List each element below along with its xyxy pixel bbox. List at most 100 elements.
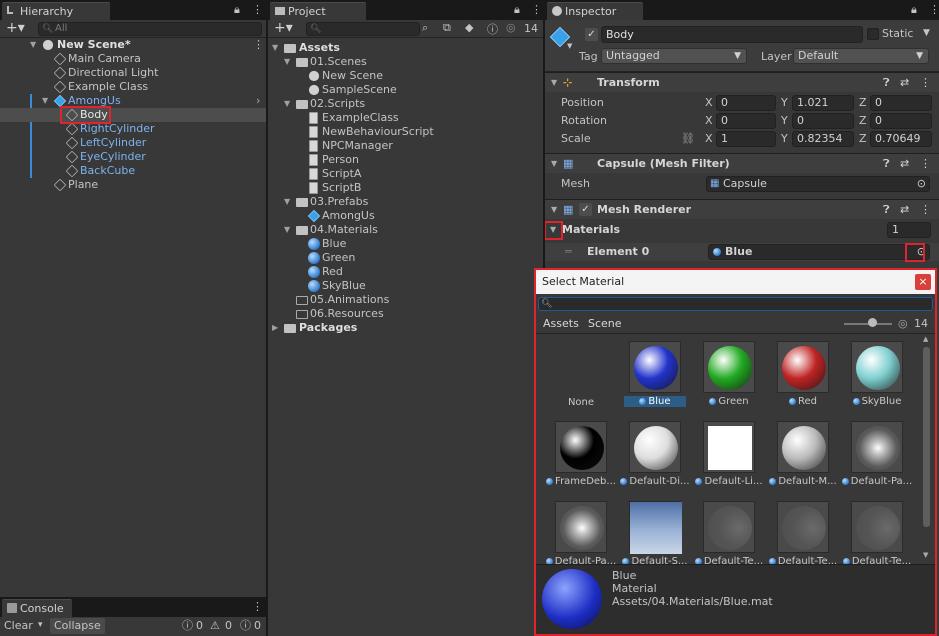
- expand-arrow-icon[interactable]: ▼: [272, 41, 278, 55]
- material-item[interactable]: FrameDeb...: [544, 421, 618, 495]
- material-item[interactable]: Red: [766, 341, 840, 415]
- axis-z-label[interactable]: Z: [859, 130, 867, 148]
- preset-icon[interactable]: ⇄: [900, 200, 909, 220]
- log-icon[interactable]: ⓘ: [182, 617, 193, 634]
- axis-x-label[interactable]: X: [705, 112, 713, 130]
- scroll-down-icon[interactable]: ▼: [923, 551, 928, 559]
- object-picker-icon[interactable]: ⊙: [917, 177, 926, 191]
- tab-scene[interactable]: Scene: [588, 317, 622, 330]
- search-by-scene-icon[interactable]: ⌕: [422, 21, 428, 35]
- project-item[interactable]: 05.Animations: [268, 293, 543, 307]
- help-icon[interactable]: ❓︎: [883, 154, 890, 174]
- material-item[interactable]: Default-M...: [766, 421, 840, 495]
- clear-dropdown-icon[interactable]: ▾: [38, 617, 43, 634]
- static-dropdown-icon[interactable]: ▼: [923, 28, 930, 38]
- material-item[interactable]: SkyBlue: [840, 341, 914, 415]
- project-item[interactable]: SampleScene: [268, 83, 543, 97]
- material-item[interactable]: Default-Te...: [840, 501, 914, 564]
- hierarchy-item-prefab[interactable]: ▼ AmongUs ›: [0, 94, 266, 178]
- component-menu-icon[interactable]: ⋮: [920, 200, 931, 220]
- static-checkbox[interactable]: [867, 28, 879, 40]
- hierarchy-item[interactable]: Plane: [0, 178, 266, 192]
- project-item[interactable]: Green: [268, 251, 543, 265]
- clear-button[interactable]: Clear: [4, 617, 33, 634]
- lock-icon[interactable]: 🔒︎: [514, 3, 520, 17]
- project-item[interactable]: 06.Resources: [268, 307, 543, 321]
- tab-assets[interactable]: Assets: [543, 317, 579, 330]
- hierarchy-item[interactable]: LeftCylinder: [0, 136, 266, 150]
- active-checkbox[interactable]: ✓: [585, 28, 598, 41]
- project-item[interactable]: ▼ 01.Scenes: [268, 55, 543, 69]
- expand-arrow-icon[interactable]: ▼: [30, 38, 36, 52]
- tab-project[interactable]: Project: [270, 2, 366, 20]
- preset-icon[interactable]: ⇄: [900, 154, 909, 174]
- hierarchy-item[interactable]: BackCube: [0, 164, 266, 178]
- help-icon[interactable]: ❓︎: [883, 200, 890, 220]
- project-item[interactable]: Red: [268, 265, 543, 279]
- mesh-renderer-header[interactable]: ▼ ▦ ✓ Mesh Renderer ❓︎ ⇄ ⋮: [545, 199, 939, 219]
- scroll-thumb[interactable]: [923, 347, 930, 527]
- expand-arrow-icon[interactable]: ▼: [284, 195, 290, 209]
- expand-arrow-icon[interactable]: ▼: [284, 97, 290, 111]
- close-button[interactable]: ×: [915, 274, 931, 290]
- mesh-filter-header[interactable]: ▼ ▦ Capsule (Mesh Filter) ❓︎ ⇄ ⋮: [545, 153, 939, 173]
- mesh-object-field[interactable]: ▦ Capsule ⊙: [706, 176, 930, 192]
- project-item[interactable]: NPCManager: [268, 139, 543, 153]
- hierarchy-item[interactable]: Directional Light: [0, 66, 266, 80]
- project-item[interactable]: ▼ 02.Scripts: [268, 97, 543, 111]
- material-item[interactable]: Default-Te...: [692, 501, 766, 564]
- scale-y-field[interactable]: 0.82354: [792, 131, 854, 147]
- position-y-field[interactable]: 1.021: [792, 95, 854, 111]
- tab-hierarchy[interactable]: Hierarchy: [2, 2, 110, 20]
- materials-row[interactable]: ▼ Materials 1: [545, 221, 939, 239]
- expand-arrow-icon[interactable]: ▼: [42, 94, 48, 108]
- position-z-field[interactable]: 0: [870, 95, 932, 111]
- project-item[interactable]: ▼ Assets: [268, 41, 543, 55]
- component-menu-icon[interactable]: ⋮: [920, 73, 931, 93]
- scene-row[interactable]: ▼ New Scene* ⋮: [0, 38, 266, 52]
- material-item[interactable]: Default-Di...: [618, 421, 692, 495]
- preset-icon[interactable]: ⇄: [900, 73, 909, 93]
- filter-type-icon[interactable]: ⧉: [443, 21, 451, 35]
- create-icon[interactable]: +▾: [274, 20, 293, 36]
- add-icon[interactable]: +▾: [6, 20, 25, 36]
- filter-log-icon[interactable]: ⓘ: [487, 21, 498, 37]
- axis-x-label[interactable]: X: [705, 130, 713, 148]
- collapse-button[interactable]: Collapse: [50, 618, 105, 634]
- rotation-x-field[interactable]: 0: [716, 113, 776, 129]
- material-item[interactable]: Default-Li...: [692, 421, 766, 495]
- material-item[interactable]: None: [544, 341, 618, 411]
- project-item[interactable]: SkyBlue: [268, 279, 543, 293]
- lock-icon[interactable]: 🔒︎: [234, 3, 240, 17]
- object-name-field[interactable]: Body: [601, 26, 863, 43]
- lock-icon[interactable]: 🔒︎: [911, 3, 917, 17]
- more-menu-icon[interactable]: ⋮: [929, 3, 939, 16]
- project-item[interactable]: AmongUs: [268, 209, 543, 223]
- project-item[interactable]: Person: [268, 153, 543, 167]
- hidden-packages-icon[interactable]: ◎: [506, 21, 516, 34]
- axis-z-label[interactable]: Z: [859, 94, 867, 112]
- axis-y-label[interactable]: Y: [781, 130, 788, 148]
- project-item[interactable]: ExampleClass: [268, 111, 543, 125]
- tab-console[interactable]: Console: [2, 599, 72, 617]
- expand-arrow-icon[interactable]: ▼: [284, 55, 290, 69]
- foldout-arrow-icon[interactable]: ▼: [551, 154, 557, 174]
- error-icon[interactable]: ⓘ: [240, 617, 251, 634]
- more-menu-icon[interactable]: ⋮: [252, 600, 263, 613]
- transform-header[interactable]: ▼ ⊹ Transform ❓︎ ⇄ ⋮: [545, 72, 939, 92]
- grid-scrollbar[interactable]: ▲ ▼: [922, 335, 931, 564]
- hierarchy-search-input[interactable]: 🔍︎ All: [38, 22, 262, 36]
- project-item[interactable]: ▼ 04.Materials: [268, 223, 543, 237]
- layer-dropdown[interactable]: Default ▼: [793, 48, 929, 64]
- material-item[interactable]: Default-Pa...: [544, 501, 618, 564]
- drag-handle-icon[interactable]: ═: [565, 243, 572, 261]
- axis-y-label[interactable]: Y: [781, 94, 788, 112]
- project-item[interactable]: ▼ 03.Prefabs: [268, 195, 543, 209]
- project-item[interactable]: New Scene: [268, 69, 543, 83]
- component-menu-icon[interactable]: ⋮: [920, 154, 931, 174]
- hierarchy-item[interactable]: Example Class: [0, 80, 266, 94]
- hierarchy-item[interactable]: EyeCylinder: [0, 150, 266, 164]
- material-item[interactable]: Default-Te...: [766, 501, 840, 564]
- more-menu-icon[interactable]: ⋮: [531, 3, 542, 16]
- hidden-eye-icon[interactable]: ◎: [898, 317, 908, 330]
